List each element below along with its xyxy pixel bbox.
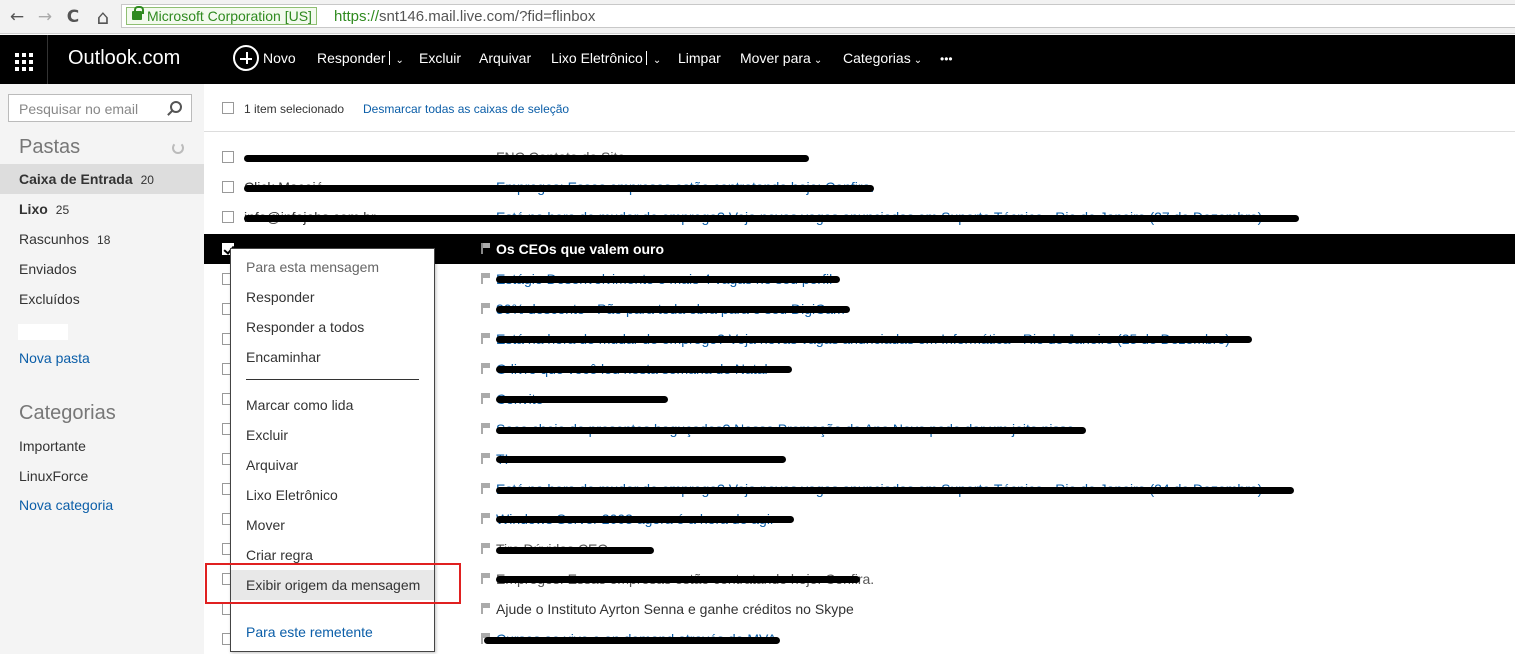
search-placeholder: Pesquisar no email — [19, 101, 139, 117]
flag-icon[interactable] — [481, 603, 490, 614]
home-icon[interactable]: ⌂ — [92, 6, 114, 28]
redaction-mark — [496, 336, 1252, 343]
app-launcher-icon[interactable] — [0, 35, 48, 84]
redaction-mark — [496, 576, 860, 583]
chevron-down-icon[interactable]: ⌄ — [653, 55, 661, 66]
row-checkbox[interactable] — [222, 151, 234, 163]
new-icon[interactable] — [233, 45, 259, 71]
flag-icon[interactable] — [481, 423, 490, 434]
row-checkbox[interactable] — [222, 181, 234, 193]
flag-icon[interactable] — [481, 303, 490, 314]
folder-junk[interactable]: Lixo 25 — [0, 194, 204, 224]
new-button[interactable]: Novo — [263, 50, 296, 66]
search-icon[interactable] — [170, 101, 182, 113]
selection-count: 1 item selecionado — [244, 102, 345, 116]
folder-deleted[interactable]: Excluídos — [0, 284, 204, 314]
redaction-mark — [496, 276, 840, 283]
categories-button[interactable]: Categorias ⌄ — [843, 50, 922, 66]
junk-button[interactable]: Lixo Eletrônico ⌄ — [551, 50, 661, 66]
redaction-mark — [496, 427, 1086, 434]
menu-item-mark-read[interactable]: Marcar como lida — [231, 390, 434, 420]
message-row[interactable]: FNC Contato do Site — [204, 142, 1515, 172]
category-important[interactable]: Importante — [0, 431, 204, 461]
menu-item-move[interactable]: Mover — [231, 510, 434, 540]
redaction-mark — [496, 366, 792, 373]
menu-item-delete[interactable]: Excluir — [231, 420, 434, 450]
new-folder-link[interactable]: Nova pasta — [0, 343, 204, 373]
menu-item-archive[interactable]: Arquivar — [231, 450, 434, 480]
search-input[interactable]: Pesquisar no email — [8, 94, 192, 122]
message-row[interactable]: info@infojobs.com.br Está na hora de mud… — [204, 202, 1515, 232]
reply-button[interactable]: Responder ⌄ — [317, 50, 404, 66]
redaction-mark — [244, 185, 874, 192]
flag-icon[interactable] — [481, 273, 490, 284]
sweep-button[interactable]: Limpar — [678, 50, 721, 66]
redaction-mark — [496, 547, 654, 554]
redaction-mark — [496, 396, 668, 403]
refresh-icon[interactable] — [172, 142, 184, 154]
menu-item-for-sender[interactable]: Para este remetente — [231, 617, 434, 647]
redaction-mark — [484, 637, 780, 644]
redaction-mark — [244, 215, 1299, 222]
folder-inbox[interactable]: Caixa de Entrada 20 — [0, 164, 204, 194]
url-text: https://snt146.mail.live.com/?fid=flinbo… — [334, 8, 596, 25]
delete-button[interactable]: Excluir — [419, 50, 461, 66]
category-linuxforce[interactable]: LinuxForce — [0, 461, 204, 491]
redaction-mark — [496, 516, 794, 523]
menu-item-reply-all[interactable]: Responder a todos — [231, 312, 434, 342]
lock-icon — [132, 6, 144, 20]
menu-item-forward[interactable]: Encaminhar — [231, 342, 434, 372]
chevron-down-icon: ⌄ — [813, 55, 823, 66]
sidebar: Pesquisar no email Pastas Caixa de Entra… — [0, 84, 204, 654]
menu-divider — [246, 379, 419, 380]
folder-drafts[interactable]: Rascunhos 18 — [0, 224, 204, 254]
divider — [645, 51, 647, 65]
flag-icon[interactable] — [481, 363, 490, 374]
message-row[interactable] — [204, 116, 1515, 136]
redaction-mark — [244, 155, 809, 162]
menu-item-reply[interactable]: Responder — [231, 282, 434, 312]
flag-icon[interactable] — [481, 513, 490, 524]
back-icon[interactable]: ← — [6, 6, 28, 28]
unselect-all-link[interactable]: Desmarcar todas as caixas de seleção — [363, 102, 569, 116]
flag-icon[interactable] — [481, 573, 490, 584]
divider — [388, 51, 390, 65]
move-to-button[interactable]: Mover para ⌄ — [740, 50, 822, 66]
chevron-down-icon: ⌄ — [913, 55, 923, 66]
flag-icon[interactable] — [481, 483, 490, 494]
menu-heading-message: Para esta mensagem — [246, 259, 380, 275]
archive-button[interactable]: Arquivar — [479, 50, 531, 66]
redaction-mark — [496, 487, 1294, 494]
flag-icon[interactable] — [481, 453, 490, 464]
message-row[interactable]: Click Maceió Empregos: Essas empresas es… — [204, 172, 1515, 202]
command-bar: Outlook.com Novo Responder ⌄ Excluir Arqu… — [0, 35, 1515, 84]
highlight-annotation — [205, 563, 461, 604]
select-all-checkbox[interactable] — [222, 102, 234, 114]
categories-heading[interactable]: Categorias — [19, 402, 116, 425]
reload-icon[interactable]: C — [62, 6, 84, 28]
flag-icon[interactable] — [481, 243, 490, 254]
flag-icon[interactable] — [481, 393, 490, 404]
browser-toolbar: ← → C ⌂ Microsoft Corporation [US] https… — [0, 0, 1515, 34]
flag-icon[interactable] — [481, 333, 490, 344]
forward-icon[interactable]: → — [34, 6, 56, 28]
security-badge[interactable]: Microsoft Corporation [US] — [126, 6, 317, 25]
flag-icon[interactable] — [481, 543, 490, 554]
redaction-mark — [496, 456, 786, 463]
redacted-folder — [18, 324, 68, 340]
address-bar[interactable]: Microsoft Corporation [US] https://snt14… — [121, 4, 1515, 28]
folders-heading[interactable]: Pastas — [19, 136, 80, 159]
redaction-mark — [496, 306, 850, 313]
folder-sent[interactable]: Enviados — [0, 254, 204, 284]
more-icon[interactable]: ••• — [940, 52, 953, 66]
row-checkbox[interactable] — [222, 211, 234, 223]
brand-title[interactable]: Outlook.com — [68, 47, 180, 70]
new-category-link[interactable]: Nova categoria — [0, 490, 204, 520]
menu-item-junk[interactable]: Lixo Eletrônico — [231, 480, 434, 510]
chevron-down-icon[interactable]: ⌄ — [396, 55, 404, 66]
